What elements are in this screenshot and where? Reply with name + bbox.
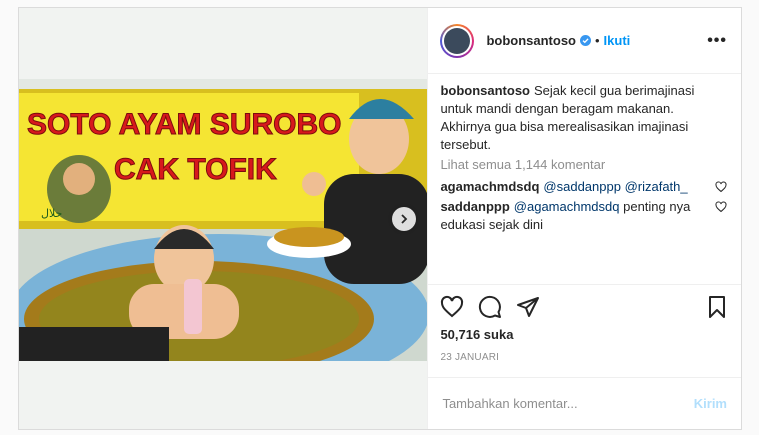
- share-icon[interactable]: [516, 295, 540, 319]
- author-username[interactable]: bobonsantoso: [486, 33, 576, 48]
- comment-like-heart-icon[interactable]: [715, 201, 727, 213]
- chevron-right-icon: [401, 214, 408, 224]
- follow-button[interactable]: Ikuti: [604, 33, 631, 48]
- halal-label: حلال: [41, 207, 62, 220]
- comments-section: bobonsantoso Sejak kecil gua berimajinasi…: [428, 74, 741, 284]
- post-comment-button[interactable]: Kirim: [694, 396, 727, 411]
- post-media: SOTO AYAM SUROBO CAK TOFIK حلال: [19, 8, 429, 429]
- comment-item: saddanppp @agamachmdsdq penting nya eduka…: [440, 198, 727, 234]
- comment-mentions[interactable]: @saddanppp @rizafath_: [543, 179, 687, 194]
- comment-like-heart-icon[interactable]: [715, 181, 727, 193]
- post-date[interactable]: 23 JANUARI: [440, 352, 729, 363]
- likes-count[interactable]: 50,716 suka: [440, 327, 729, 342]
- instagram-post: SOTO AYAM SUROBO CAK TOFIK حلال bobonsan…: [18, 7, 742, 430]
- caption: bobonsantoso Sejak kecil gua berimajinasi…: [440, 82, 727, 154]
- separator-dot: •: [594, 33, 600, 48]
- avatar[interactable]: [440, 23, 475, 58]
- post-header: bobonsantoso • Ikuti •••: [428, 8, 741, 74]
- caption-username[interactable]: bobonsantoso: [440, 83, 530, 98]
- comment-item: agamachmdsdq @saddanppp @rizafath_: [440, 178, 727, 196]
- post-photo[interactable]: SOTO AYAM SUROBO CAK TOFIK حلال: [19, 79, 428, 361]
- comment-username[interactable]: agamachmdsdq: [440, 179, 539, 194]
- comment-mentions[interactable]: @agamachmdsdq: [514, 199, 620, 214]
- verified-icon: [579, 35, 591, 46]
- comment-input[interactable]: [442, 396, 694, 411]
- heart-icon[interactable]: [440, 295, 464, 319]
- banner-line2: CAK TOFIK: [114, 153, 277, 186]
- banner-line1: SOTO AYAM SUROBO: [27, 108, 342, 141]
- comment-icon[interactable]: [478, 295, 502, 319]
- more-options-button[interactable]: •••: [707, 32, 727, 50]
- avatar-image: [444, 27, 471, 54]
- save-icon[interactable]: [705, 295, 729, 319]
- next-image-button[interactable]: [392, 207, 416, 231]
- post-side-panel: bobonsantoso • Ikuti ••• bobonsantoso Sej…: [428, 8, 741, 429]
- post-actions: 50,716 suka 23 JANUARI: [428, 284, 741, 377]
- comment-username[interactable]: saddanppp: [440, 199, 509, 214]
- view-all-comments-link[interactable]: Lihat semua 1,144 komentar: [440, 156, 727, 174]
- add-comment-bar: Kirim: [428, 377, 741, 429]
